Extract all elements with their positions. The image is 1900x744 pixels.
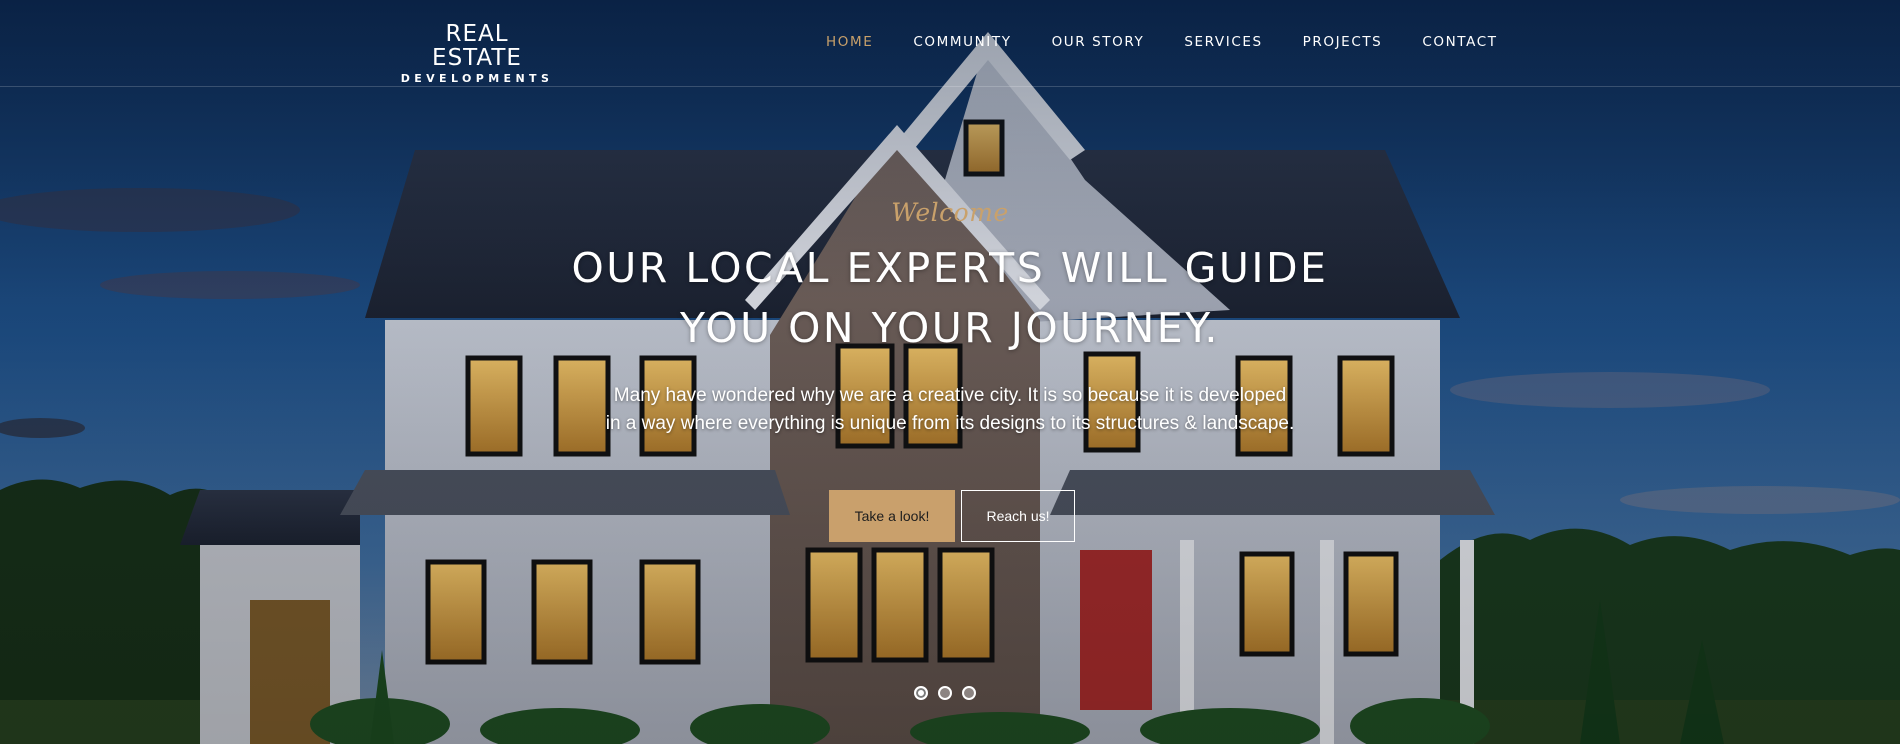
site-header: REAL ESTATE DEVELOPMENTS HOME COMMUNITY …	[0, 0, 1900, 87]
headline-line-2: YOU ON YOUR JOURNEY.	[680, 304, 1220, 352]
nav-item-projects[interactable]: PROJECTS	[1303, 34, 1383, 50]
slider-pagination	[914, 686, 976, 700]
welcome-script: Welcome	[891, 198, 1009, 227]
slider-dot-1[interactable]	[914, 686, 928, 700]
hero-description: Many have wondered why we are a creative…	[450, 382, 1450, 438]
nav-item-our-story[interactable]: OUR STORY	[1052, 34, 1145, 50]
site-logo[interactable]: REAL ESTATE DEVELOPMENTS	[397, 22, 557, 86]
logo-subtitle: DEVELOPMENTS	[400, 72, 554, 85]
main-nav: HOME COMMUNITY OUR STORY SERVICES PROJEC…	[826, 34, 1538, 50]
nav-item-contact[interactable]: CONTACT	[1422, 34, 1497, 50]
reach-us-button[interactable]: Reach us!	[961, 490, 1075, 542]
hero-content: Welcome OUR LOCAL EXPERTS WILL GUIDE YOU…	[450, 196, 1450, 438]
nav-item-home[interactable]: HOME	[826, 34, 873, 50]
take-a-look-button[interactable]: Take a look!	[829, 490, 955, 542]
hero-headline: OUR LOCAL EXPERTS WILL GUIDE YOU ON YOUR…	[450, 238, 1450, 358]
hero-buttons: Take a look! Reach us!	[829, 490, 1075, 542]
description-line-1: Many have wondered why we are a creative…	[613, 385, 1287, 406]
slider-dot-2[interactable]	[938, 686, 952, 700]
nav-item-services[interactable]: SERVICES	[1184, 34, 1262, 50]
nav-item-community[interactable]: COMMUNITY	[913, 34, 1011, 50]
logo-title: REAL ESTATE	[432, 21, 522, 71]
slider-dot-3[interactable]	[962, 686, 976, 700]
description-line-2: in a way where everything is unique from…	[605, 413, 1295, 434]
headline-line-1: OUR LOCAL EXPERTS WILL GUIDE	[571, 244, 1329, 292]
